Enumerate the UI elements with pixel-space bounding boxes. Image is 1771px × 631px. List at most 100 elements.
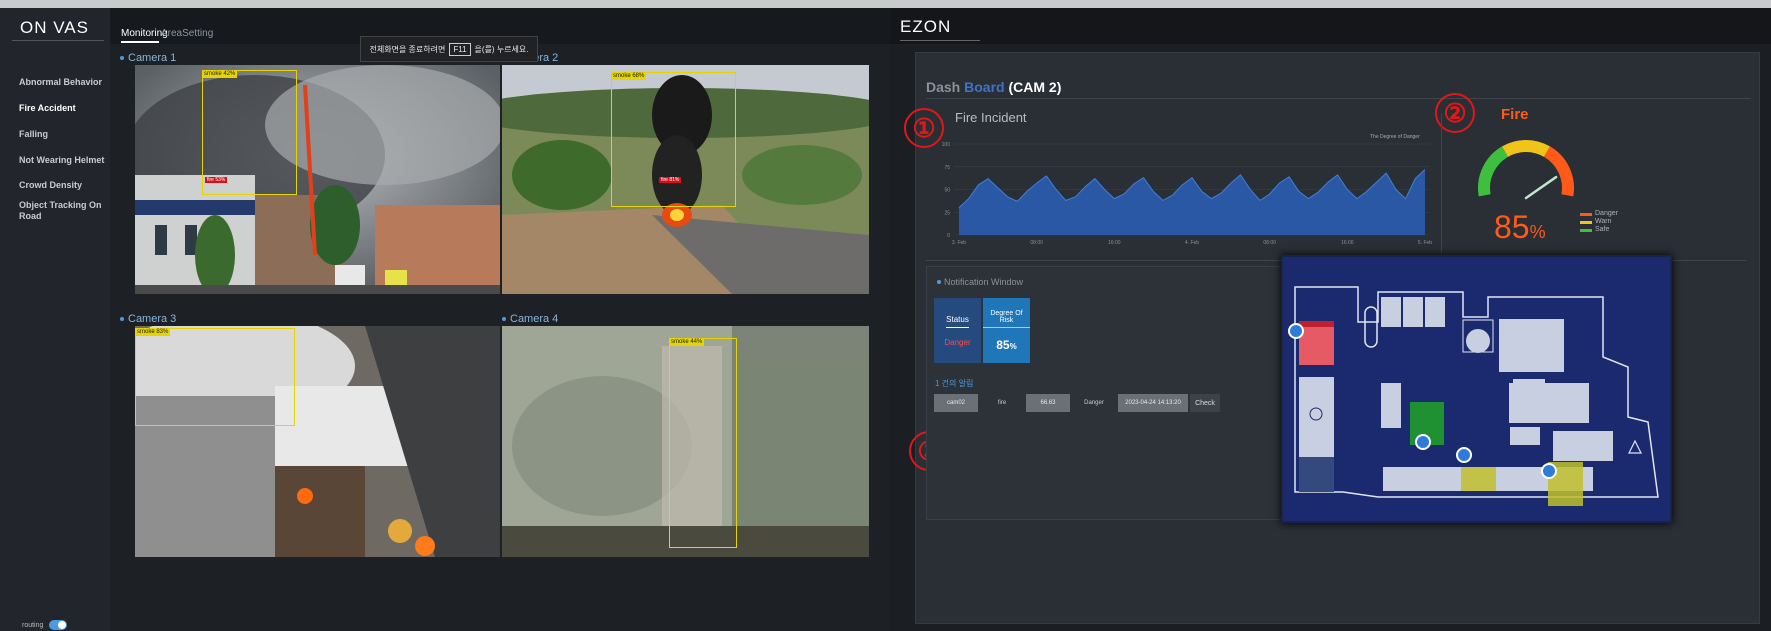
- legend-danger: Danger: [1580, 210, 1618, 218]
- detection-label: smoke 42%: [202, 70, 238, 78]
- legend-swatch: [1580, 212, 1592, 216]
- y-tick-label: 0: [947, 233, 950, 239]
- camera-3-label: Camera 3: [120, 313, 176, 325]
- cctv-camera-icon[interactable]: [1456, 447, 1472, 463]
- alert-type: fire: [980, 394, 1024, 412]
- risk-label: Degree Of Risk: [983, 310, 1030, 328]
- routing-toggle-row: routing: [22, 620, 68, 630]
- alert-row: cam02 fire 66.63 Danger 2023-04-24 14:13…: [934, 394, 1220, 412]
- gauge-legend: Danger Warn Safe: [1580, 210, 1618, 234]
- dashboard-window: EZON Dash Board (CAM 2) ① ② ③ ④ Fire Inc…: [890, 8, 1771, 631]
- floor-plan-drawing: [1294, 286, 1659, 506]
- sidebar-item-not-wearing-helmet[interactable]: Not Wearing Helmet: [19, 155, 107, 166]
- gauge-safe-arc: [1478, 146, 1509, 197]
- gauge-danger-arc: [1543, 146, 1574, 197]
- toast-text-after: 을(를) 누르세요.: [474, 44, 529, 54]
- y-tick-label: 50: [944, 188, 950, 194]
- detection-box: smoke 44%: [669, 338, 737, 548]
- status-card: Status Danger: [934, 298, 981, 363]
- app-window: ON VAS Abnormal Behavior Fire Accident F…: [0, 8, 1771, 631]
- gauge-title: Fire: [1501, 106, 1529, 123]
- alert-time: 2023-04-24 14:13:20: [1118, 394, 1188, 412]
- dash-title-dash: Dash: [926, 79, 965, 95]
- detection-box: smoke 83%: [135, 328, 295, 426]
- camera-4-label: Camera 4: [502, 313, 558, 325]
- alert-level: Danger: [1072, 394, 1116, 412]
- gauge-value-number: 85: [1494, 209, 1530, 245]
- series-area: [959, 169, 1425, 235]
- routing-toggle[interactable]: [49, 620, 68, 630]
- camera-4-title: Camera 4: [510, 313, 559, 325]
- camera-1-title: Camera 1: [128, 52, 177, 64]
- x-tick-label: 4. Feb: [1185, 240, 1199, 246]
- legend-swatch: [1580, 228, 1592, 232]
- detection-label: smoke 68%: [611, 72, 647, 80]
- alert-cam: cam02: [934, 394, 978, 412]
- detection-box: smoke 68%: [611, 72, 736, 207]
- cctv-camera-icon[interactable]: [1541, 463, 1557, 479]
- notification-title-text: Notification Window: [944, 277, 1024, 287]
- legend-label: Safe: [1595, 226, 1610, 233]
- camera-4-feed[interactable]: smoke 44%: [502, 326, 869, 557]
- risk-value-pct: %: [1009, 341, 1017, 351]
- risk-value-number: 85: [996, 337, 1010, 352]
- ezon-logo: EZON: [900, 17, 952, 36]
- legend-safe: Safe: [1580, 226, 1618, 234]
- y-tick-label: 25: [944, 210, 950, 216]
- toast-text-before: 전체화면을 종료하려면: [369, 44, 446, 54]
- tab-areasetting[interactable]: AreaSetting: [161, 28, 213, 39]
- dashboard-title: Dash Board (CAM 2): [926, 79, 1061, 95]
- risk-card: Degree Of Risk 85%: [983, 298, 1030, 363]
- left-sidebar: ON VAS Abnormal Behavior Fire Accident F…: [0, 8, 110, 631]
- x-tick-label: 08:00: [1030, 240, 1043, 246]
- dashboard-panel: Dash Board (CAM 2) ① ② ③ ④ Fire Incident…: [904, 52, 1760, 624]
- gauge-needle: [1524, 175, 1558, 200]
- check-button[interactable]: Check: [1190, 394, 1220, 412]
- cctv-camera-icon[interactable]: [1288, 323, 1304, 339]
- camera-1-feed[interactable]: smoke 42% fire 53%: [135, 65, 500, 294]
- fire-incident-area-chart: 0 25 50 75 100 3. Feb 08:00 16:00 4. Feb 08:00 16:…: [942, 142, 1433, 246]
- logo-divider: [12, 40, 104, 41]
- sidebar-item-falling[interactable]: Falling: [19, 129, 107, 140]
- legend-label: Warn: [1595, 218, 1612, 225]
- sidebar-item-crowd-density[interactable]: Crowd Density: [19, 180, 107, 191]
- alert-score: 66.63: [1026, 394, 1070, 412]
- x-tick-label: 16:00: [1108, 240, 1121, 246]
- sidebar-item-abnormal-behavior[interactable]: Abnormal Behavior: [19, 77, 107, 88]
- active-tab-indicator: [121, 41, 159, 43]
- sidebar-item-fire-accident[interactable]: Fire Accident: [19, 103, 107, 114]
- routing-label: routing: [22, 621, 44, 629]
- notification-title: Notification Window: [937, 277, 1023, 287]
- fire-detection-label: fire 53%: [205, 177, 228, 183]
- gauge-value: 85%: [1494, 209, 1546, 246]
- x-tick-label: 5. Feb: [1418, 240, 1432, 246]
- x-tick-label: 3. Feb: [952, 240, 966, 246]
- toast-key-f11: F11: [449, 42, 471, 56]
- camera-3-feed[interactable]: smoke 83%: [135, 326, 500, 557]
- cctv-camera-icon[interactable]: [1415, 434, 1431, 450]
- gauge-warn-arc: [1502, 140, 1550, 157]
- camera-2-feed[interactable]: smoke 68% fire 81%: [502, 65, 869, 294]
- y-tick-label: 100: [942, 142, 951, 148]
- dash-title-board: Board: [964, 79, 1009, 95]
- sidebar-item-object-tracking[interactable]: Object Tracking On Road: [19, 200, 107, 222]
- x-tick-label: 16:00: [1341, 240, 1354, 246]
- annotation-1: ①: [904, 108, 944, 148]
- dashboard-title-divider: [926, 98, 1751, 99]
- fullscreen-exit-toast: 전체화면을 종료하려면 F11 을(를) 누르세요.: [360, 36, 538, 62]
- legend-warn: Warn: [1580, 218, 1618, 226]
- vertical-divider: [1441, 113, 1442, 253]
- legend-label: Danger: [1595, 210, 1618, 217]
- status-label: Status: [946, 315, 969, 328]
- y-tick-label: 75: [944, 165, 950, 171]
- risk-value: 85%: [996, 338, 1016, 352]
- floor-plan-map[interactable]: [1281, 255, 1672, 523]
- alert-count: 1 건의 알림: [935, 379, 974, 388]
- fire-risk-gauge: [1478, 140, 1574, 200]
- detection-label: smoke 83%: [135, 328, 171, 336]
- dashboard-topbar: EZON: [890, 8, 1771, 44]
- camera-monitor-grid: Camera 1 smoke 42% fire 53% 2 smoke 68% …: [110, 44, 890, 631]
- status-value: Danger: [944, 337, 971, 347]
- detection-label: smoke 44%: [669, 338, 705, 346]
- fire-detection-label: fire 81%: [659, 177, 682, 183]
